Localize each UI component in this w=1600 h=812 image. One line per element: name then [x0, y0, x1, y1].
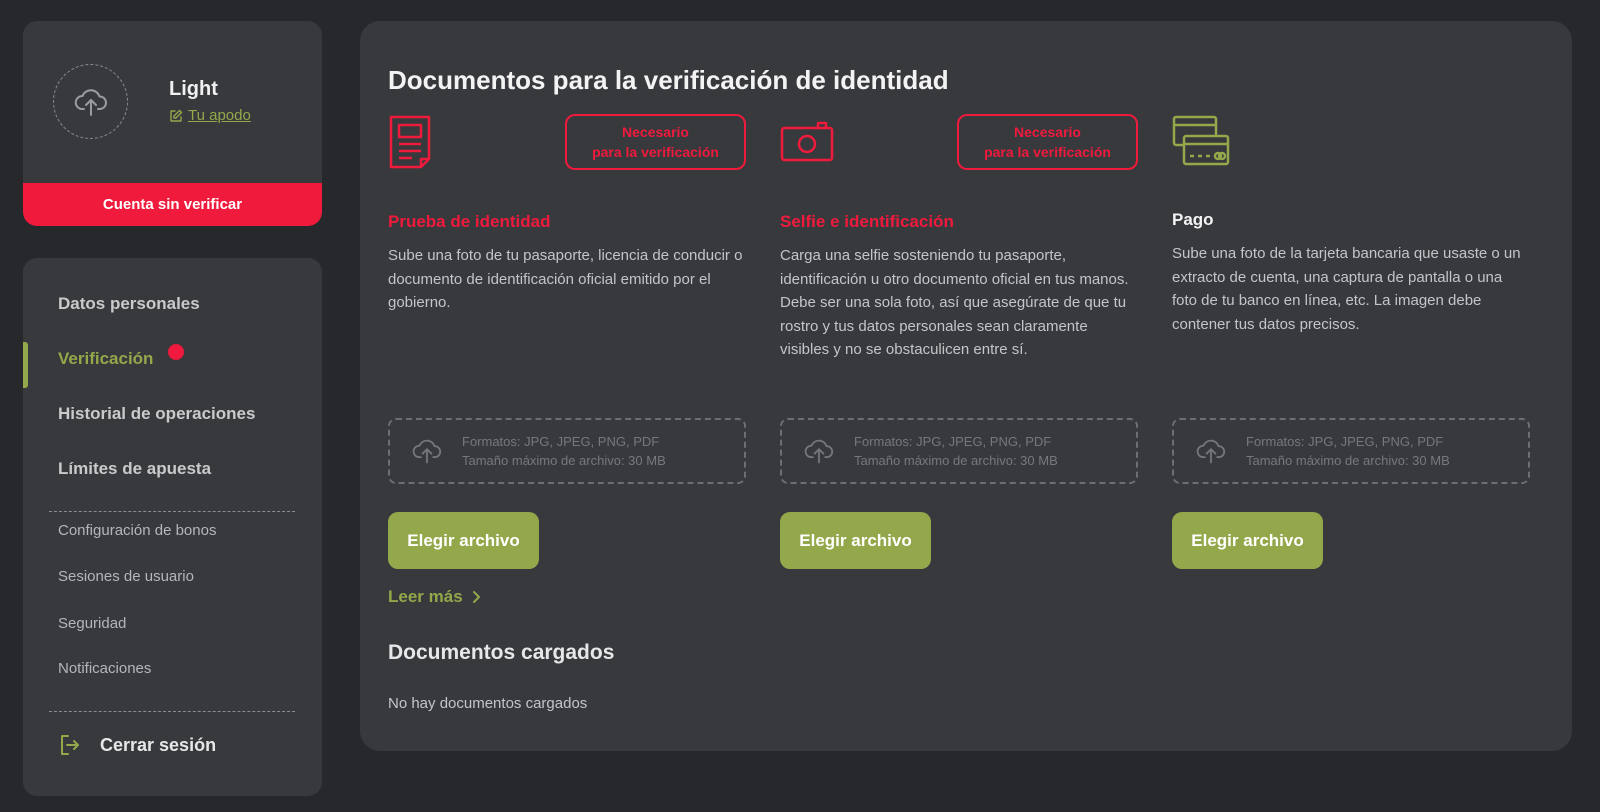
upload-formats: Formatos: JPG, JPEG, PNG, PDF	[462, 434, 660, 449]
verification-panel: Documentos para la verificación de ident…	[360, 21, 1572, 751]
logout-button[interactable]: Cerrar sesión	[58, 733, 216, 757]
menu-divider	[49, 711, 295, 712]
upload-max-size: Tamaño máximo de archivo: 30 MB	[854, 453, 1058, 468]
active-indicator	[23, 342, 28, 388]
menu-item-verification[interactable]: Verificación	[58, 349, 153, 369]
uploaded-documents-title: Documentos cargados	[388, 641, 615, 664]
upload-dropzone[interactable]: Formatos: JPG, JPEG, PNG, PDF Tamaño máx…	[1172, 418, 1530, 484]
menu-item-bet-limits[interactable]: Límites de apuesta	[58, 459, 211, 479]
document-icon	[389, 115, 431, 169]
document-title: Pago	[1172, 210, 1214, 229]
edit-nickname-label[interactable]: Tu apodo	[188, 107, 251, 124]
cloud-upload-icon	[804, 439, 834, 464]
document-description: Sube una foto de la tarjeta bancaria que…	[1172, 245, 1521, 333]
menu-item-personal-data[interactable]: Datos personales	[58, 294, 200, 314]
menu-item-security[interactable]: Seguridad	[58, 615, 126, 632]
read-more-label: Leer más	[388, 587, 463, 606]
uploaded-documents-empty: No hay documentos cargados	[388, 695, 588, 712]
choose-file-button[interactable]: Elegir archivo	[780, 512, 931, 569]
profile-card: Light Tu apodo Cuenta sin verificar	[23, 21, 322, 226]
cloud-upload-icon	[1196, 439, 1226, 464]
document-card-payment: Pago Sube una foto de la tarjeta bancari…	[1172, 114, 1530, 574]
cloud-upload-icon	[412, 439, 442, 464]
logout-label: Cerrar sesión	[100, 734, 217, 755]
required-badge-line: Necesario	[1014, 124, 1081, 140]
document-title: Selfie e identificación	[780, 212, 954, 231]
edit-nickname-link[interactable]: Tu apodo	[169, 107, 251, 124]
menu-item-notifications[interactable]: Notificaciones	[58, 660, 151, 677]
read-more-link[interactable]: Leer más	[388, 587, 481, 607]
upload-formats: Formatos: JPG, JPEG, PNG, PDF	[854, 434, 1052, 449]
upload-dropzone[interactable]: Formatos: JPG, JPEG, PNG, PDF Tamaño máx…	[780, 418, 1138, 484]
menu-item-bonus-settings[interactable]: Configuración de bonos	[58, 522, 216, 539]
account-status-bar: Cuenta sin verificar	[23, 183, 322, 226]
menu-item-user-sessions[interactable]: Sesiones de usuario	[58, 568, 194, 585]
camera-icon	[780, 121, 834, 162]
chevron-right-icon	[472, 591, 480, 603]
choose-file-button[interactable]: Elegir archivo	[1172, 512, 1323, 569]
required-badge: Necesario para la verificación	[957, 114, 1138, 170]
menu-item-operations-history[interactable]: Historial de operaciones	[58, 404, 255, 424]
upload-max-size: Tamaño máximo de archivo: 30 MB	[462, 453, 666, 468]
document-description: Sube una foto de tu pasaporte, licencia …	[388, 247, 743, 311]
credit-card-icon	[1172, 115, 1230, 166]
document-description: Carga una selfie sosteniendo tu pasaport…	[780, 247, 1129, 358]
cloud-upload-icon	[74, 88, 107, 116]
notification-dot	[168, 344, 184, 360]
edit-icon	[170, 109, 183, 122]
required-badge: Necesario para la verificación	[565, 114, 746, 170]
required-badge-line: para la verificación	[592, 144, 719, 160]
required-badge-line: Necesario	[622, 124, 689, 140]
nickname: Light	[169, 78, 218, 100]
menu-divider	[49, 511, 295, 512]
avatar-upload[interactable]	[53, 64, 128, 139]
upload-dropzone[interactable]: Formatos: JPG, JPEG, PNG, PDF Tamaño máx…	[388, 418, 746, 484]
document-card-identity: Necesario para la verificación Prueba de…	[388, 114, 746, 574]
page-title: Documentos para la verificación de ident…	[388, 65, 949, 95]
side-menu: Datos personales Verificación Historial …	[23, 258, 322, 796]
document-title: Prueba de identidad	[388, 212, 551, 231]
upload-formats: Formatos: JPG, JPEG, PNG, PDF	[1246, 434, 1444, 449]
required-badge-line: para la verificación	[984, 144, 1111, 160]
upload-max-size: Tamaño máximo de archivo: 30 MB	[1246, 453, 1450, 468]
document-card-selfie: Necesario para la verificación Selfie e …	[780, 114, 1138, 574]
logout-icon	[61, 735, 79, 755]
choose-file-button[interactable]: Elegir archivo	[388, 512, 539, 569]
